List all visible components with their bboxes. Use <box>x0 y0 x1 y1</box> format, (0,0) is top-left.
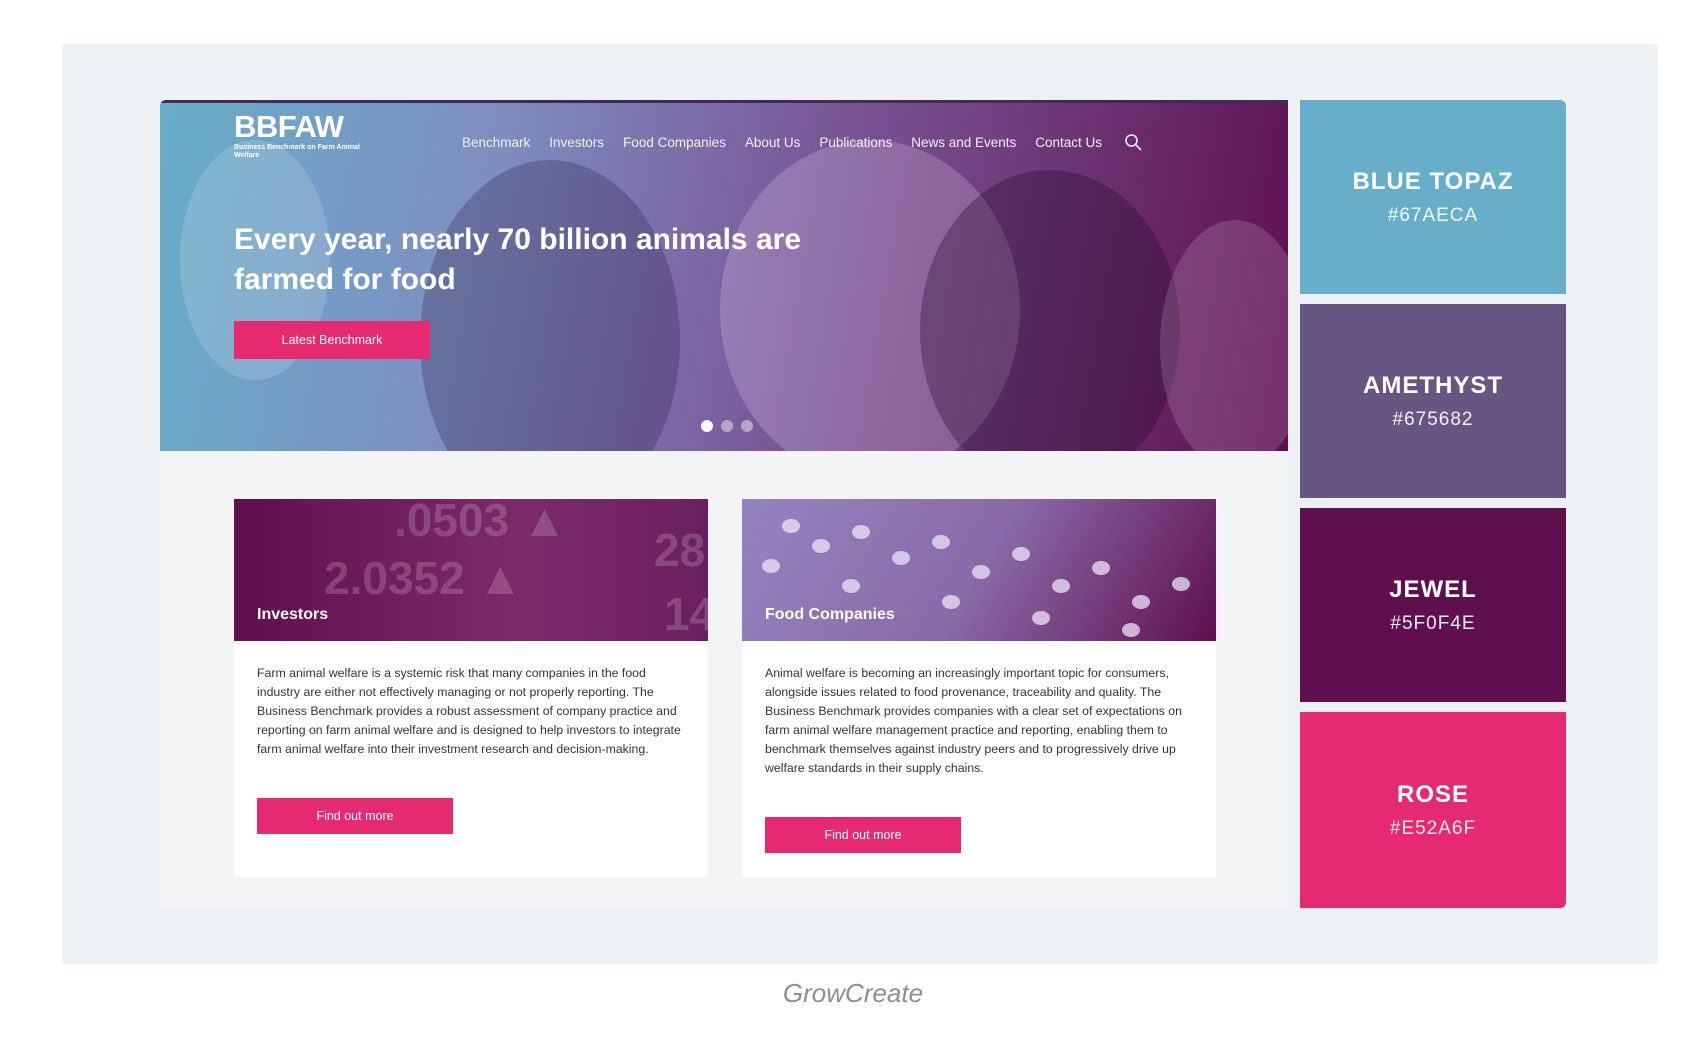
investors-find-out-more-button[interactable]: Find out more <box>257 798 453 834</box>
swatch-name: ROSE <box>1396 781 1469 808</box>
bean-decoration <box>852 525 870 539</box>
bean-decoration <box>1122 623 1140 637</box>
ticker-decoration: .0503 ▲ <box>394 499 568 546</box>
image-caption: GrowCreate <box>782 978 924 1008</box>
food-companies-card-title: Food Companies <box>765 606 895 623</box>
hero-top-border <box>160 100 1288 103</box>
swatch-name: AMETHYST <box>1363 372 1503 399</box>
swatch-name: JEWEL <box>1389 576 1477 603</box>
slider-dots <box>701 420 761 432</box>
slider-dot[interactable] <box>741 420 753 432</box>
nav-news-and-events[interactable]: News and Events <box>911 135 1016 150</box>
bean-decoration <box>842 579 860 593</box>
swatch-rose: ROSE #E52A6F <box>1300 712 1566 908</box>
swatch-amethyst: AMETHYST #675682 <box>1300 304 1566 498</box>
investors-card-title: Investors <box>257 606 329 623</box>
site-logo[interactable]: BBFAW Business Benchmark on Farm Animal … <box>234 110 374 160</box>
ticker-decoration: 2.0352 ▲ <box>324 552 524 604</box>
bean-decoration <box>1052 579 1070 593</box>
logo-mark: BBFAW <box>234 109 344 144</box>
swatch-hex: #675682 <box>1392 409 1474 430</box>
bean-decoration <box>782 519 800 533</box>
ticker-decoration: 14 <box>664 588 708 640</box>
swatch-name: BLUE TOPAZ <box>1352 168 1514 195</box>
hero-banner: BBFAW Business Benchmark on Farm Animal … <box>160 100 1288 451</box>
bean-decoration <box>812 539 830 553</box>
search-icon[interactable] <box>1124 133 1142 151</box>
food-companies-find-out-more-button[interactable]: Find out more <box>765 817 961 853</box>
nav-benchmark[interactable]: Benchmark <box>462 135 530 150</box>
nav-investors[interactable]: Investors <box>549 135 604 150</box>
slider-dot[interactable] <box>721 420 733 432</box>
latest-benchmark-button[interactable]: Latest Benchmark <box>234 321 430 359</box>
swatch-jewel: JEWEL #5F0F4E <box>1300 508 1566 702</box>
swatch-hex: #5F0F4E <box>1390 613 1476 634</box>
bean-decoration <box>892 551 910 565</box>
bean-decoration <box>1132 595 1150 609</box>
nav-food-companies[interactable]: Food Companies <box>623 135 726 150</box>
website-screenshot: BBFAW Business Benchmark on Farm Animal … <box>160 100 1288 908</box>
bean-decoration <box>1032 611 1050 625</box>
investors-card-text: Farm animal welfare is a systemic risk t… <box>257 666 681 756</box>
hero-title: Every year, nearly 70 billion animals ar… <box>234 223 801 296</box>
bean-decoration <box>1092 561 1110 575</box>
bean-decoration <box>1172 577 1190 591</box>
main-nav: Benchmark Investors Food Companies About… <box>462 133 1142 151</box>
nav-about-us[interactable]: About Us <box>745 135 801 150</box>
bean-decoration <box>932 535 950 549</box>
nav-contact-us[interactable]: Contact Us <box>1035 135 1102 150</box>
food-companies-card-text: Animal welfare is becoming an increasing… <box>765 666 1182 775</box>
nav-publications[interactable]: Publications <box>819 135 892 150</box>
hero-photo-shape <box>1160 220 1288 451</box>
swatch-hex: #67AECA <box>1387 205 1479 226</box>
investors-card: .0503 ▲ 28 2.0352 ▲ 14 Investors Farm an… <box>234 499 708 877</box>
logo-subtitle: Business Benchmark on Farm Animal Welfar… <box>234 144 360 159</box>
investors-card-image: .0503 ▲ 28 2.0352 ▲ 14 Investors <box>234 499 708 641</box>
hero-photo-shape <box>420 160 680 451</box>
bean-decoration <box>1012 547 1030 561</box>
food-companies-card-image: Food Companies <box>742 499 1216 641</box>
swatch-blue-topaz: BLUE TOPAZ #67AECA <box>1300 100 1566 294</box>
slider-dot[interactable] <box>701 420 713 432</box>
food-companies-card: Food Companies Animal welfare is becomin… <box>742 499 1216 877</box>
swatch-hex: #E52A6F <box>1389 818 1477 839</box>
ticker-decoration: 28 <box>654 524 706 576</box>
bean-decoration <box>762 559 780 573</box>
image-frame: BBFAW Business Benchmark on Farm Animal … <box>62 44 1658 964</box>
bean-decoration <box>972 565 990 579</box>
hero-photo-shape <box>920 170 1180 451</box>
bean-decoration <box>942 595 960 609</box>
